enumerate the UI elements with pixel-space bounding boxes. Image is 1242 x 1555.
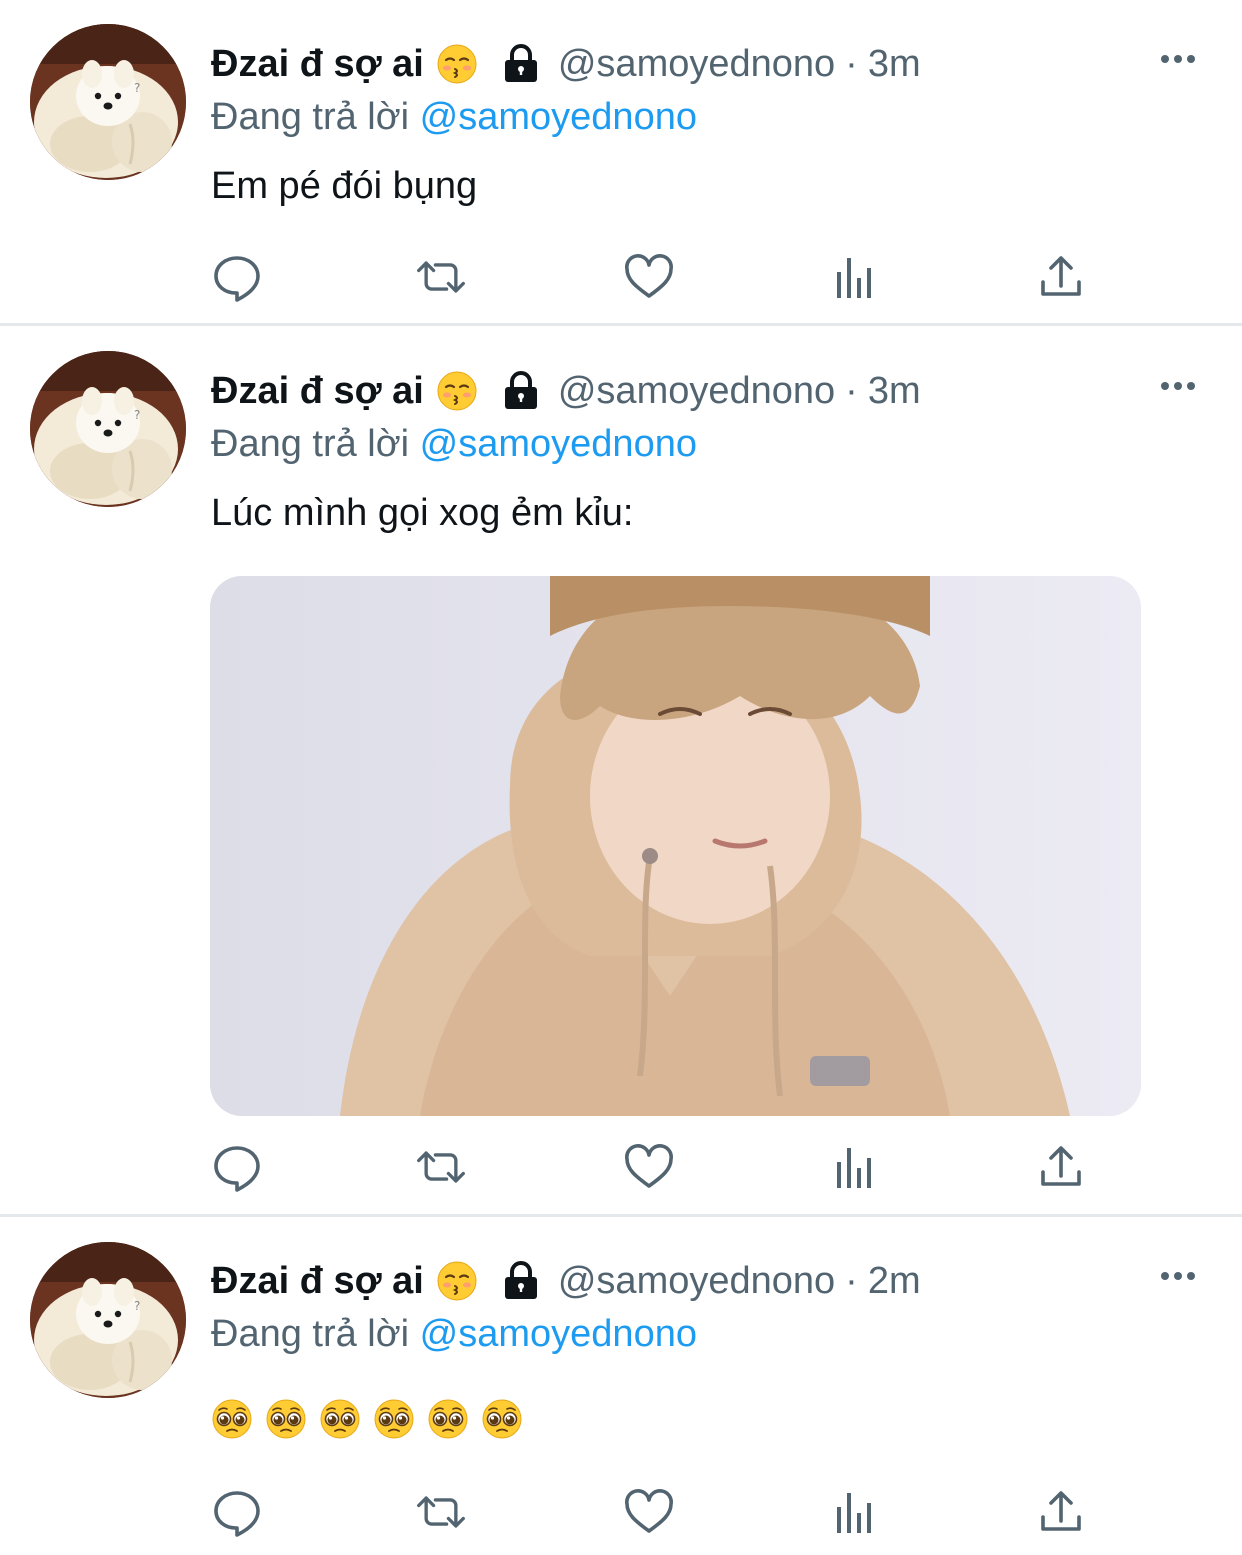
replying-to: Đang trả lời @samoyednono xyxy=(211,1313,697,1356)
kissing-face-emoji-icon xyxy=(436,1260,478,1302)
analytics-button[interactable] xyxy=(829,1142,881,1192)
reply-icon xyxy=(211,1142,263,1192)
replying-to-label: Đang trả lời xyxy=(211,96,410,138)
reply-mention-link[interactable]: @samoyednono xyxy=(420,423,697,465)
tweet[interactable]: Đzai đ sợ ai @samoyednono · 3m Đang trả … xyxy=(0,326,1242,1214)
analytics-icon xyxy=(829,1487,881,1537)
reply-mention-link[interactable]: @samoyednono xyxy=(420,1313,697,1355)
share-icon xyxy=(1035,1487,1087,1537)
more-icon[interactable] xyxy=(1158,1269,1198,1283)
handle[interactable]: @samoyednono xyxy=(558,43,835,86)
like-button[interactable] xyxy=(623,252,675,302)
like-icon xyxy=(623,1487,675,1537)
display-name[interactable]: Đzai đ sợ ai xyxy=(211,370,424,413)
pleading-face-emoji-icon xyxy=(265,1398,307,1440)
pleading-face-emoji-icon xyxy=(427,1398,469,1440)
share-button[interactable] xyxy=(1035,1142,1087,1192)
pleading-face-emoji-icon xyxy=(373,1398,415,1440)
kissing-face-emoji-icon xyxy=(436,370,478,412)
lock-icon xyxy=(500,1260,542,1302)
handle[interactable]: @samoyednono xyxy=(558,1260,835,1303)
tweet-header: Đzai đ sợ ai @samoyednono · 3m xyxy=(211,366,921,416)
timestamp[interactable]: 2m xyxy=(868,1260,921,1303)
action-bar xyxy=(211,252,1091,302)
reply-button[interactable] xyxy=(211,1142,263,1192)
share-icon xyxy=(1035,1142,1087,1192)
avatar[interactable] xyxy=(30,351,186,507)
replying-to: Đang trả lời @samoyednono xyxy=(211,96,697,139)
retweet-icon xyxy=(415,252,467,302)
timestamp[interactable]: 3m xyxy=(868,370,921,413)
analytics-icon xyxy=(829,1142,881,1192)
separator-dot: · xyxy=(845,369,858,412)
tweet-media-image[interactable] xyxy=(210,576,1141,1116)
replying-to-label: Đang trả lời xyxy=(211,423,410,465)
tweet-header: Đzai đ sợ ai @samoyednono · 2m xyxy=(211,1256,921,1306)
lock-icon xyxy=(500,43,542,85)
kissing-face-emoji-icon xyxy=(436,43,478,85)
like-button[interactable] xyxy=(623,1487,675,1537)
reply-icon xyxy=(211,1487,263,1537)
handle[interactable]: @samoyednono xyxy=(558,370,835,413)
retweet-icon xyxy=(415,1142,467,1192)
lock-icon xyxy=(500,370,542,412)
pleading-face-emoji-icon xyxy=(481,1398,523,1440)
analytics-button[interactable] xyxy=(829,252,881,302)
tweet-text: Lúc mình gọi xog ẻm kỉu: xyxy=(211,492,634,534)
retweet-icon xyxy=(415,1487,467,1537)
tweet-header: Đzai đ sợ ai @samoyednono · 3m xyxy=(211,39,921,89)
retweet-button[interactable] xyxy=(415,252,467,302)
separator-dot: · xyxy=(845,42,858,85)
share-button[interactable] xyxy=(1035,252,1087,302)
more-icon[interactable] xyxy=(1158,379,1198,393)
analytics-icon xyxy=(829,252,881,302)
replying-to: Đang trả lời @samoyednono xyxy=(211,423,697,466)
tweet[interactable]: Đzai đ sợ ai @samoyednono · 3m Đang trả … xyxy=(0,0,1242,324)
avatar[interactable] xyxy=(30,1242,186,1398)
reply-button[interactable] xyxy=(211,1487,263,1537)
share-icon xyxy=(1035,252,1087,302)
reply-icon xyxy=(211,252,263,302)
separator-dot: · xyxy=(845,1259,858,1302)
like-icon xyxy=(623,252,675,302)
like-button[interactable] xyxy=(623,1142,675,1192)
display-name[interactable]: Đzai đ sợ ai xyxy=(211,1260,424,1303)
avatar[interactable] xyxy=(30,24,186,180)
tweet-text-emojis xyxy=(211,1398,523,1440)
reply-mention-link[interactable]: @samoyednono xyxy=(420,96,697,138)
display-name[interactable]: Đzai đ sợ ai xyxy=(211,43,424,86)
retweet-button[interactable] xyxy=(415,1142,467,1192)
more-icon[interactable] xyxy=(1158,52,1198,66)
reply-button[interactable] xyxy=(211,252,263,302)
like-icon xyxy=(623,1142,675,1192)
pleading-face-emoji-icon xyxy=(211,1398,253,1440)
replying-to-label: Đang trả lời xyxy=(211,1313,410,1355)
retweet-button[interactable] xyxy=(415,1487,467,1537)
tweet[interactable]: Đzai đ sợ ai @samoyednono · 2m Đang trả … xyxy=(0,1217,1242,1555)
share-button[interactable] xyxy=(1035,1487,1087,1537)
action-bar xyxy=(211,1487,1091,1537)
timestamp[interactable]: 3m xyxy=(868,43,921,86)
analytics-button[interactable] xyxy=(829,1487,881,1537)
pleading-face-emoji-icon xyxy=(319,1398,361,1440)
tweet-text: Em pé đói bụng xyxy=(211,165,478,207)
action-bar xyxy=(211,1142,1091,1192)
